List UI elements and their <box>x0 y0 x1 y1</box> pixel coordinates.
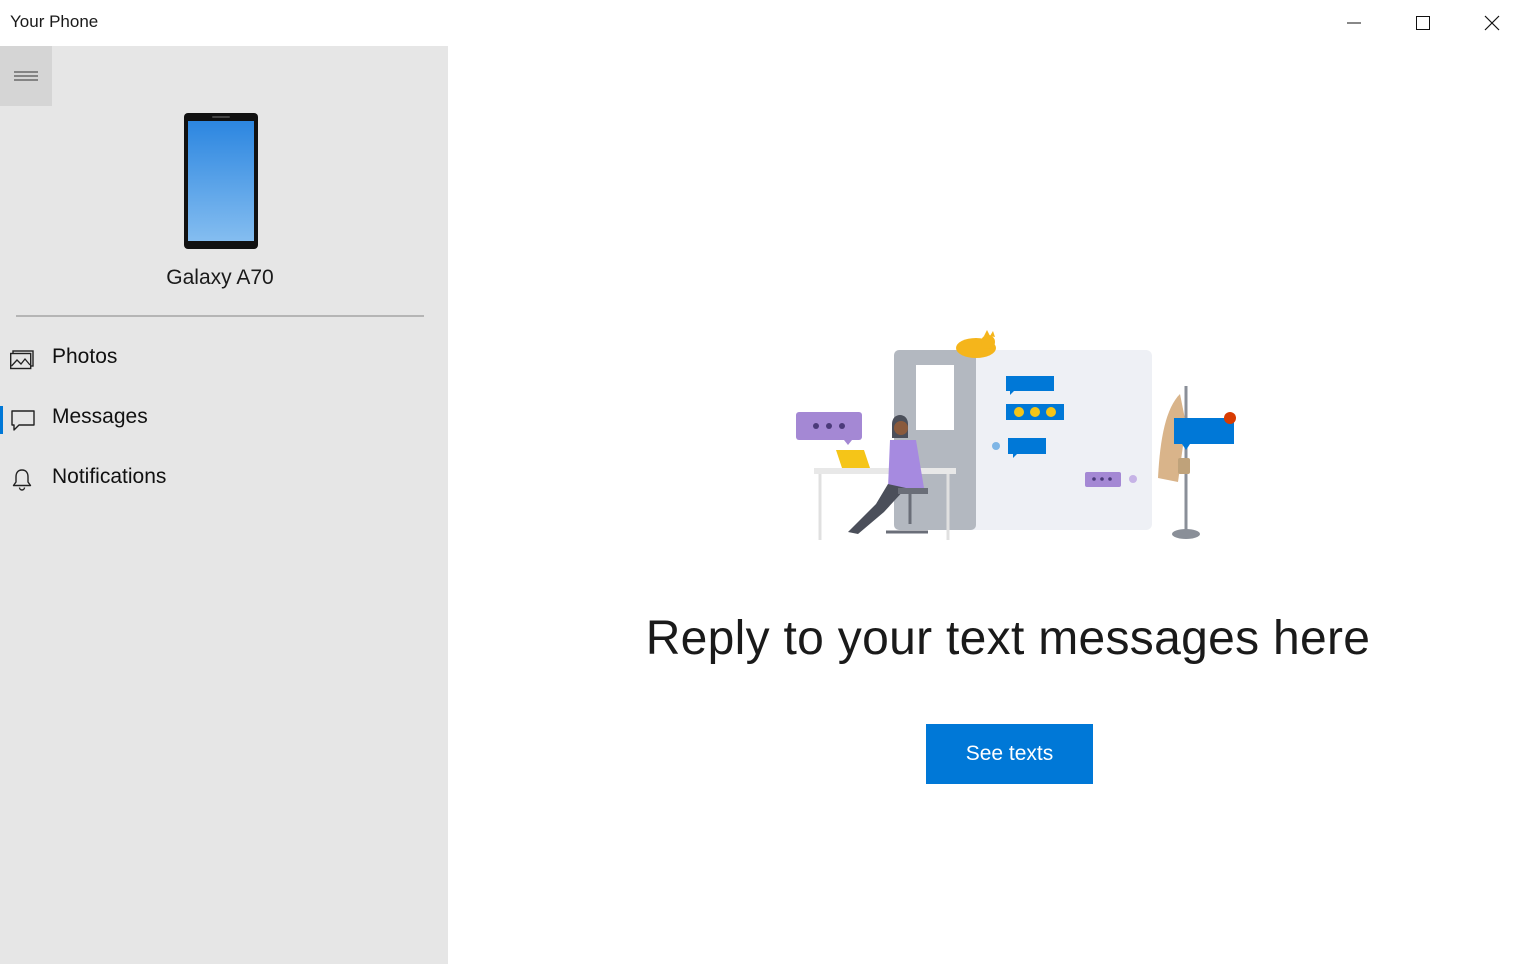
close-button[interactable] <box>1458 0 1526 46</box>
person-at-desk-illustration <box>796 330 1236 540</box>
sidebar-item-label: Notifications <box>52 465 167 488</box>
sidebar: Galaxy A70 Photos Messages Notifications <box>0 46 448 964</box>
sidebar-item-label: Photos <box>52 345 118 368</box>
sidebar-item-label: Messages <box>52 405 148 428</box>
message-icon <box>11 410 35 431</box>
selection-indicator <box>0 406 3 434</box>
main-content: Reply to your text messages here See tex… <box>448 46 1526 964</box>
sidebar-item-messages[interactable]: Messages <box>0 390 448 450</box>
see-texts-button[interactable]: See texts <box>926 724 1093 784</box>
photos-icon <box>10 350 34 370</box>
minimize-button[interactable] <box>1320 0 1388 46</box>
hamburger-icon <box>14 71 38 81</box>
messages-illustration <box>788 328 1248 563</box>
phone-image <box>184 113 258 254</box>
hamburger-menu-button[interactable] <box>0 46 52 106</box>
close-icon <box>1484 15 1500 31</box>
sidebar-item-photos[interactable]: Photos <box>0 330 448 390</box>
your-phone-window: Your Phone Galaxy A70 Photos Messages No… <box>0 0 1526 964</box>
minimize-icon <box>1347 22 1361 24</box>
maximize-button[interactable] <box>1389 0 1457 46</box>
device-name: Galaxy A70 <box>166 266 274 289</box>
sidebar-item-notifications[interactable]: Notifications <box>0 450 448 510</box>
app-title: Your Phone <box>10 12 99 31</box>
sidebar-divider <box>16 315 424 317</box>
bell-icon <box>12 469 32 491</box>
messages-headline: Reply to your text messages here <box>645 612 1371 665</box>
maximize-icon <box>1416 16 1430 30</box>
phone-device-icon <box>184 113 258 249</box>
title-bar: Your Phone <box>0 0 1526 46</box>
